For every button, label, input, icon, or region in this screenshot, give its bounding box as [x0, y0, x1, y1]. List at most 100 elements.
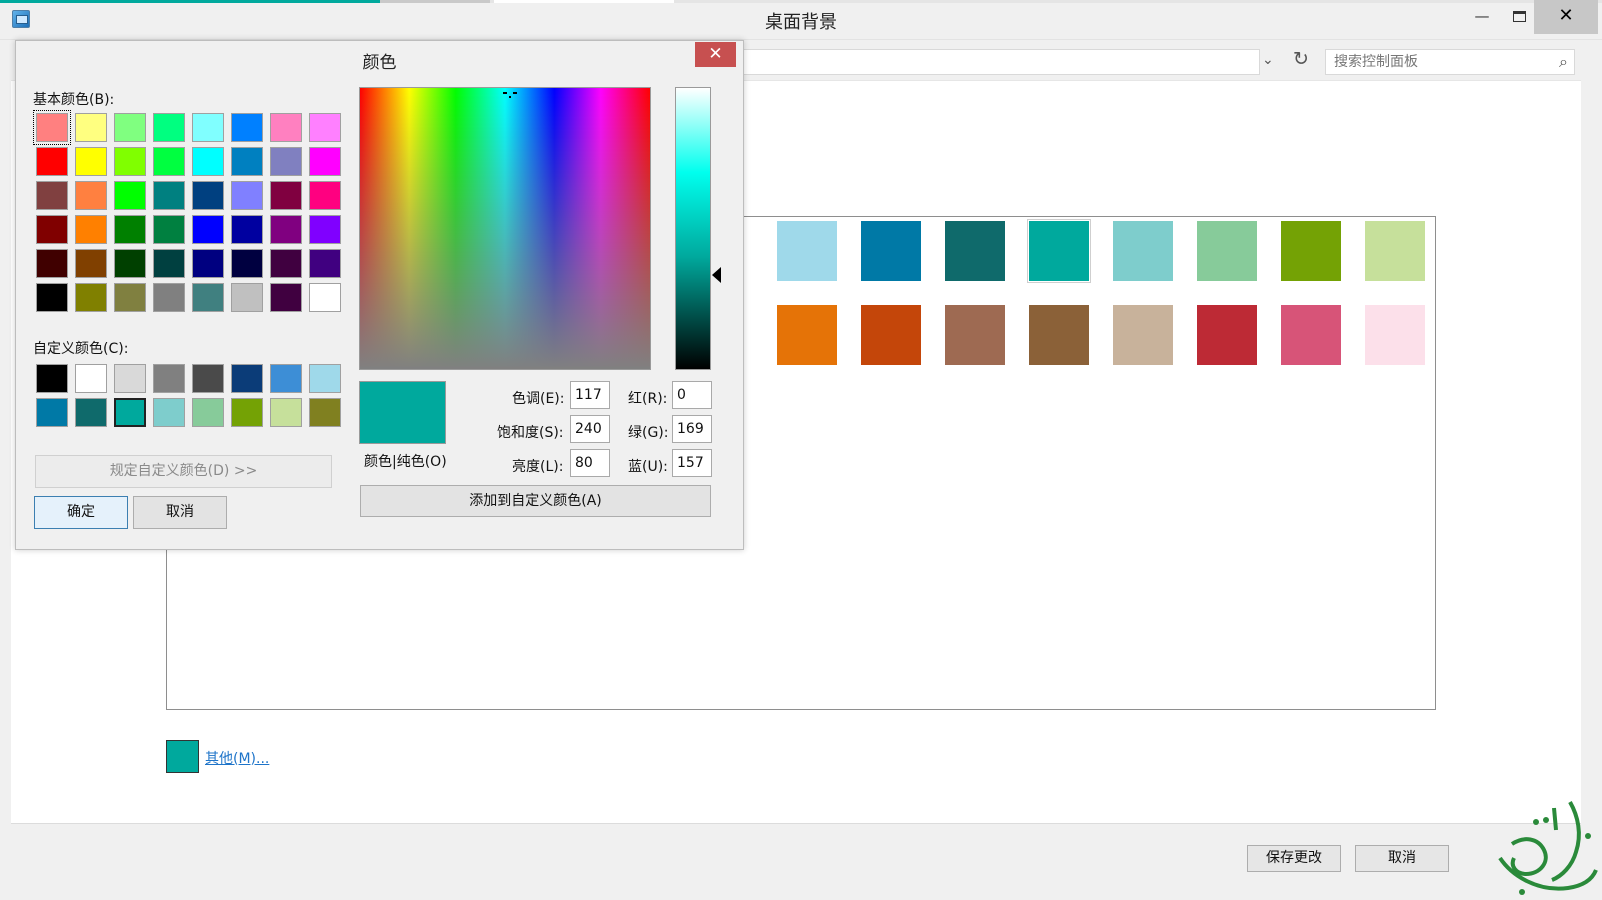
custom-color-cell[interactable]: [231, 398, 263, 427]
basic-color-cell[interactable]: [231, 283, 263, 312]
saturation-field[interactable]: [570, 415, 610, 443]
basic-color-cell[interactable]: [153, 215, 185, 244]
search-input[interactable]: [1326, 50, 1536, 74]
basic-color-cell[interactable]: [36, 181, 68, 210]
basic-color-cell[interactable]: [231, 113, 263, 142]
basic-color-cell[interactable]: [231, 181, 263, 210]
custom-color-cell[interactable]: [36, 398, 68, 427]
accent-color-swatch[interactable]: [1281, 221, 1341, 281]
custom-color-cell[interactable]: [114, 364, 146, 393]
accent-color-swatch[interactable]: [1281, 305, 1341, 365]
basic-color-cell[interactable]: [75, 147, 107, 176]
color-spectrum[interactable]: [359, 87, 651, 370]
basic-color-cell[interactable]: [270, 147, 302, 176]
accent-color-swatch[interactable]: [777, 221, 837, 281]
basic-color-cell[interactable]: [309, 181, 341, 210]
accent-color-swatch[interactable]: [1365, 221, 1425, 281]
accent-color-swatch[interactable]: [1197, 221, 1257, 281]
basic-color-cell[interactable]: [192, 249, 224, 278]
basic-color-cell[interactable]: [309, 147, 341, 176]
basic-color-cell[interactable]: [75, 249, 107, 278]
basic-color-cell[interactable]: [153, 181, 185, 210]
blue-field[interactable]: [672, 449, 712, 477]
crosshair-marker[interactable]: [503, 88, 517, 98]
address-bar[interactable]: [740, 49, 1260, 75]
accent-color-swatch[interactable]: [945, 221, 1005, 281]
chevron-down-icon[interactable]: ⌄: [1262, 52, 1274, 68]
basic-color-cell[interactable]: [153, 113, 185, 142]
basic-color-cell[interactable]: [153, 147, 185, 176]
luminance-field[interactable]: [570, 449, 610, 477]
basic-color-cell[interactable]: [309, 249, 341, 278]
custom-color-cell[interactable]: [75, 398, 107, 427]
basic-color-cell[interactable]: [192, 147, 224, 176]
basic-color-cell[interactable]: [270, 283, 302, 312]
basic-color-cell[interactable]: [192, 283, 224, 312]
accent-color-swatch[interactable]: [1113, 305, 1173, 365]
basic-color-cell[interactable]: [75, 283, 107, 312]
accent-color-swatch[interactable]: [861, 221, 921, 281]
basic-color-cell[interactable]: [75, 113, 107, 142]
other-color-swatch[interactable]: [166, 740, 199, 773]
basic-color-cell[interactable]: [192, 113, 224, 142]
luminance-slider[interactable]: [675, 87, 711, 370]
custom-color-cell[interactable]: [192, 398, 224, 427]
basic-color-cell[interactable]: [114, 147, 146, 176]
save-changes-button[interactable]: 保存更改: [1247, 845, 1341, 872]
accent-color-swatch[interactable]: [1365, 305, 1425, 365]
basic-color-cell[interactable]: [309, 283, 341, 312]
custom-color-cell[interactable]: [270, 398, 302, 427]
accent-color-swatch[interactable]: [777, 305, 837, 365]
custom-color-cell[interactable]: [153, 364, 185, 393]
red-field[interactable]: [672, 381, 712, 409]
custom-color-cell[interactable]: [270, 364, 302, 393]
basic-color-cell[interactable]: [231, 215, 263, 244]
basic-color-cell[interactable]: [36, 215, 68, 244]
basic-color-cell[interactable]: [270, 181, 302, 210]
dialog-cancel-button[interactable]: 取消: [133, 496, 227, 529]
accent-color-swatch[interactable]: [1027, 219, 1091, 283]
dialog-close-button[interactable]: ✕: [695, 42, 736, 67]
basic-color-cell[interactable]: [36, 283, 68, 312]
custom-color-cell[interactable]: [75, 364, 107, 393]
basic-color-cell[interactable]: [309, 215, 341, 244]
accent-color-swatch[interactable]: [1029, 305, 1089, 365]
basic-color-cell[interactable]: [33, 110, 71, 145]
custom-color-cell[interactable]: [231, 364, 263, 393]
luminance-arrow-icon[interactable]: [712, 267, 721, 283]
basic-color-cell[interactable]: [270, 215, 302, 244]
custom-color-cell[interactable]: [153, 398, 185, 427]
basic-color-cell[interactable]: [114, 113, 146, 142]
hue-field[interactable]: [570, 381, 610, 409]
basic-color-cell[interactable]: [36, 147, 68, 176]
basic-color-cell[interactable]: [75, 181, 107, 210]
add-to-custom-colors-button[interactable]: 添加到自定义颜色(A): [360, 485, 711, 517]
accent-color-swatch[interactable]: [861, 305, 921, 365]
basic-color-cell[interactable]: [270, 113, 302, 142]
cancel-button[interactable]: 取消: [1355, 845, 1449, 872]
custom-color-cell[interactable]: [309, 398, 341, 427]
custom-color-cell[interactable]: [192, 364, 224, 393]
custom-color-cell[interactable]: [36, 364, 68, 393]
accent-color-swatch[interactable]: [1113, 221, 1173, 281]
basic-color-cell[interactable]: [309, 113, 341, 142]
basic-color-cell[interactable]: [192, 181, 224, 210]
basic-color-cell[interactable]: [231, 147, 263, 176]
custom-color-cell[interactable]: [309, 364, 341, 393]
refresh-icon[interactable]: ↻: [1289, 48, 1313, 74]
accent-color-swatch[interactable]: [945, 305, 1005, 365]
basic-color-cell[interactable]: [270, 249, 302, 278]
green-field[interactable]: [672, 415, 712, 443]
ok-button[interactable]: 确定: [34, 496, 128, 529]
basic-color-cell[interactable]: [75, 215, 107, 244]
other-color-link[interactable]: 其他(M)...: [205, 748, 269, 768]
basic-color-cell[interactable]: [153, 249, 185, 278]
window-close-button[interactable]: ✕: [1534, 0, 1598, 34]
basic-color-cell[interactable]: [114, 249, 146, 278]
custom-color-cell[interactable]: [114, 398, 146, 427]
basic-color-cell[interactable]: [153, 283, 185, 312]
search-icon[interactable]: ⌕: [1559, 52, 1568, 72]
basic-color-cell[interactable]: [114, 215, 146, 244]
basic-color-cell[interactable]: [192, 215, 224, 244]
basic-color-cell[interactable]: [231, 249, 263, 278]
